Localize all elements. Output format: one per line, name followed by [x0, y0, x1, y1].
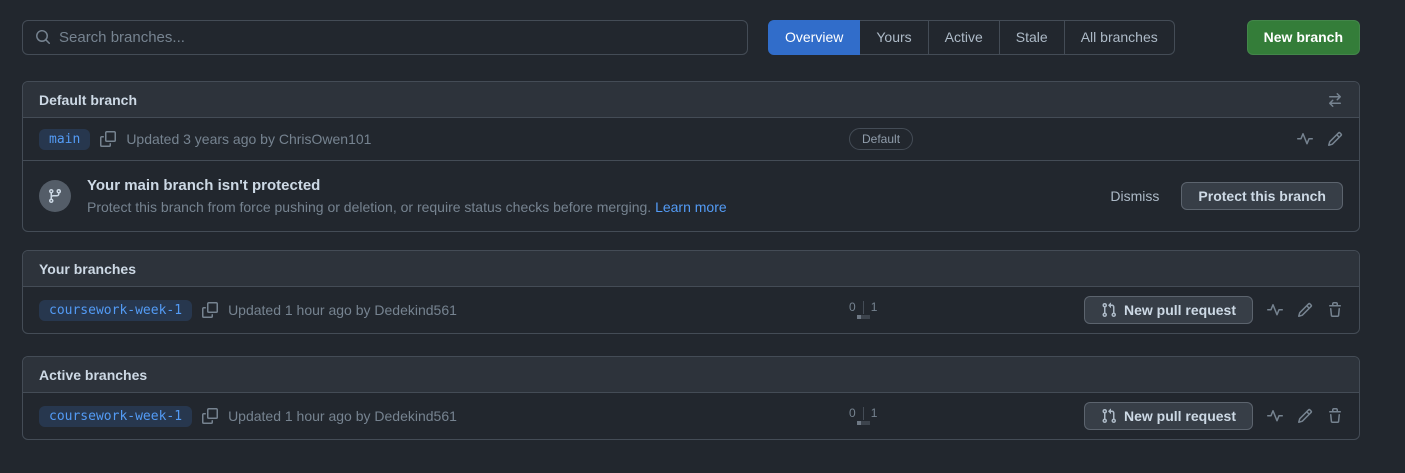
ahead-behind-numbers: 0 1 [849, 407, 877, 420]
pencil-icon [1297, 302, 1313, 318]
branch-badge-cell: Default [849, 128, 1297, 150]
ahead-behind-counter: 0 1 [849, 301, 877, 319]
your-branches-section: Your branches coursework-week-1 Updated … [22, 250, 1360, 334]
active-branches-section: Active branches coursework-week-1 Update… [22, 356, 1360, 440]
delete-branch-button[interactable] [1327, 408, 1343, 424]
search-box [22, 20, 748, 55]
ahead-count: 1 [864, 407, 878, 420]
table-row: coursework-week-1 Updated 1 hour ago by … [23, 287, 1359, 333]
git-branch-icon [47, 188, 63, 204]
copy-branch-name-button[interactable] [202, 408, 218, 424]
search-icon [35, 29, 51, 45]
copy-icon [100, 131, 116, 147]
copy-icon [202, 302, 218, 318]
branch-activity-button[interactable] [1267, 302, 1283, 318]
new-pull-request-button[interactable]: New pull request [1084, 402, 1253, 430]
dismiss-button[interactable]: Dismiss [1110, 188, 1159, 204]
ahead-behind-cell: 0 1 [849, 301, 1084, 319]
branches-toolbar: Overview Yours Active Stale All branches… [22, 19, 1360, 55]
behind-count: 0 [849, 407, 864, 420]
tab-all-branches[interactable]: All branches [1065, 20, 1175, 55]
trash-icon [1327, 302, 1343, 318]
default-branch-header: Default branch [23, 82, 1359, 118]
branch-actions: New pull request [1084, 402, 1343, 430]
branch-activity-button[interactable] [1267, 408, 1283, 424]
tab-yours[interactable]: Yours [860, 20, 928, 55]
branches-page: Overview Yours Active Stale All branches… [22, 0, 1360, 440]
table-row: main Updated 3 years ago by ChrisOwen101… [23, 118, 1359, 160]
branch-activity-button[interactable] [1297, 131, 1313, 147]
pencil-icon [1297, 408, 1313, 424]
section-title: Your branches [39, 261, 136, 277]
ahead-behind-meter [857, 315, 870, 319]
default-badge: Default [849, 128, 913, 150]
copy-branch-name-button[interactable] [100, 131, 116, 147]
pulse-icon [1267, 302, 1283, 318]
arrow-switch-icon [1327, 92, 1343, 108]
branch-name-link[interactable]: coursework-week-1 [39, 300, 192, 321]
pencil-icon [1327, 131, 1343, 147]
tab-stale[interactable]: Stale [1000, 20, 1065, 55]
branch-protection-notice: Your main branch isn't protected Protect… [23, 160, 1359, 231]
git-pull-request-icon [1101, 302, 1117, 318]
git-pull-request-icon [1101, 408, 1117, 424]
branch-actions [1297, 131, 1343, 147]
ahead-behind-numbers: 0 1 [849, 301, 877, 314]
branch-icon-circle [39, 180, 71, 212]
notice-description-text: Protect this branch from force pushing o… [87, 199, 651, 215]
notice-title: Your main branch isn't protected [87, 177, 727, 194]
branch-filter-tabs: Overview Yours Active Stale All branches [768, 20, 1175, 55]
ahead-count: 1 [864, 301, 878, 314]
notice-description: Protect this branch from force pushing o… [87, 199, 727, 215]
search-branches-input[interactable] [59, 29, 735, 46]
new-pull-request-label: New pull request [1124, 408, 1236, 424]
new-pull-request-button[interactable]: New pull request [1084, 296, 1253, 324]
branch-updated-text: Updated 1 hour ago by Dedekind561 [228, 302, 457, 318]
rename-branch-button[interactable] [1297, 302, 1313, 318]
branch-info: coursework-week-1 Updated 1 hour ago by … [39, 406, 849, 427]
ahead-behind-meter [857, 421, 870, 425]
notice-text: Your main branch isn't protected Protect… [87, 177, 727, 215]
default-branch-section: Default branch main Updated 3 years ago … [22, 81, 1360, 232]
section-title: Active branches [39, 367, 147, 383]
branch-info: coursework-week-1 Updated 1 hour ago by … [39, 300, 849, 321]
branch-actions: New pull request [1084, 296, 1343, 324]
trash-icon [1327, 408, 1343, 424]
copy-icon [202, 408, 218, 424]
section-title: Default branch [39, 92, 137, 108]
behind-count: 0 [849, 301, 864, 314]
ahead-bar [861, 421, 870, 425]
branch-info: main Updated 3 years ago by ChrisOwen101 [39, 129, 849, 150]
active-branches-header: Active branches [23, 357, 1359, 393]
new-pull-request-label: New pull request [1124, 302, 1236, 318]
branch-name-link[interactable]: main [39, 129, 90, 150]
new-branch-button[interactable]: New branch [1247, 20, 1360, 55]
branch-updated-text: Updated 1 hour ago by Dedekind561 [228, 408, 457, 424]
rename-branch-button[interactable] [1297, 408, 1313, 424]
your-branches-header: Your branches [23, 251, 1359, 287]
tab-overview[interactable]: Overview [768, 20, 860, 55]
table-row: coursework-week-1 Updated 1 hour ago by … [23, 393, 1359, 439]
pulse-icon [1297, 131, 1313, 147]
tab-active[interactable]: Active [929, 20, 1000, 55]
pulse-icon [1267, 408, 1283, 424]
ahead-bar [861, 315, 870, 319]
ahead-behind-cell: 0 1 [849, 407, 1084, 425]
delete-branch-button[interactable] [1327, 302, 1343, 318]
change-default-branch-button[interactable] [1327, 92, 1343, 108]
copy-branch-name-button[interactable] [202, 302, 218, 318]
protect-branch-button[interactable]: Protect this branch [1181, 182, 1343, 210]
branch-name-link[interactable]: coursework-week-1 [39, 406, 192, 427]
ahead-behind-counter: 0 1 [849, 407, 877, 425]
branch-updated-text: Updated 3 years ago by ChrisOwen101 [126, 131, 371, 147]
notice-actions: Dismiss Protect this branch [1110, 182, 1343, 210]
learn-more-link[interactable]: Learn more [655, 199, 727, 215]
rename-branch-button[interactable] [1327, 131, 1343, 147]
